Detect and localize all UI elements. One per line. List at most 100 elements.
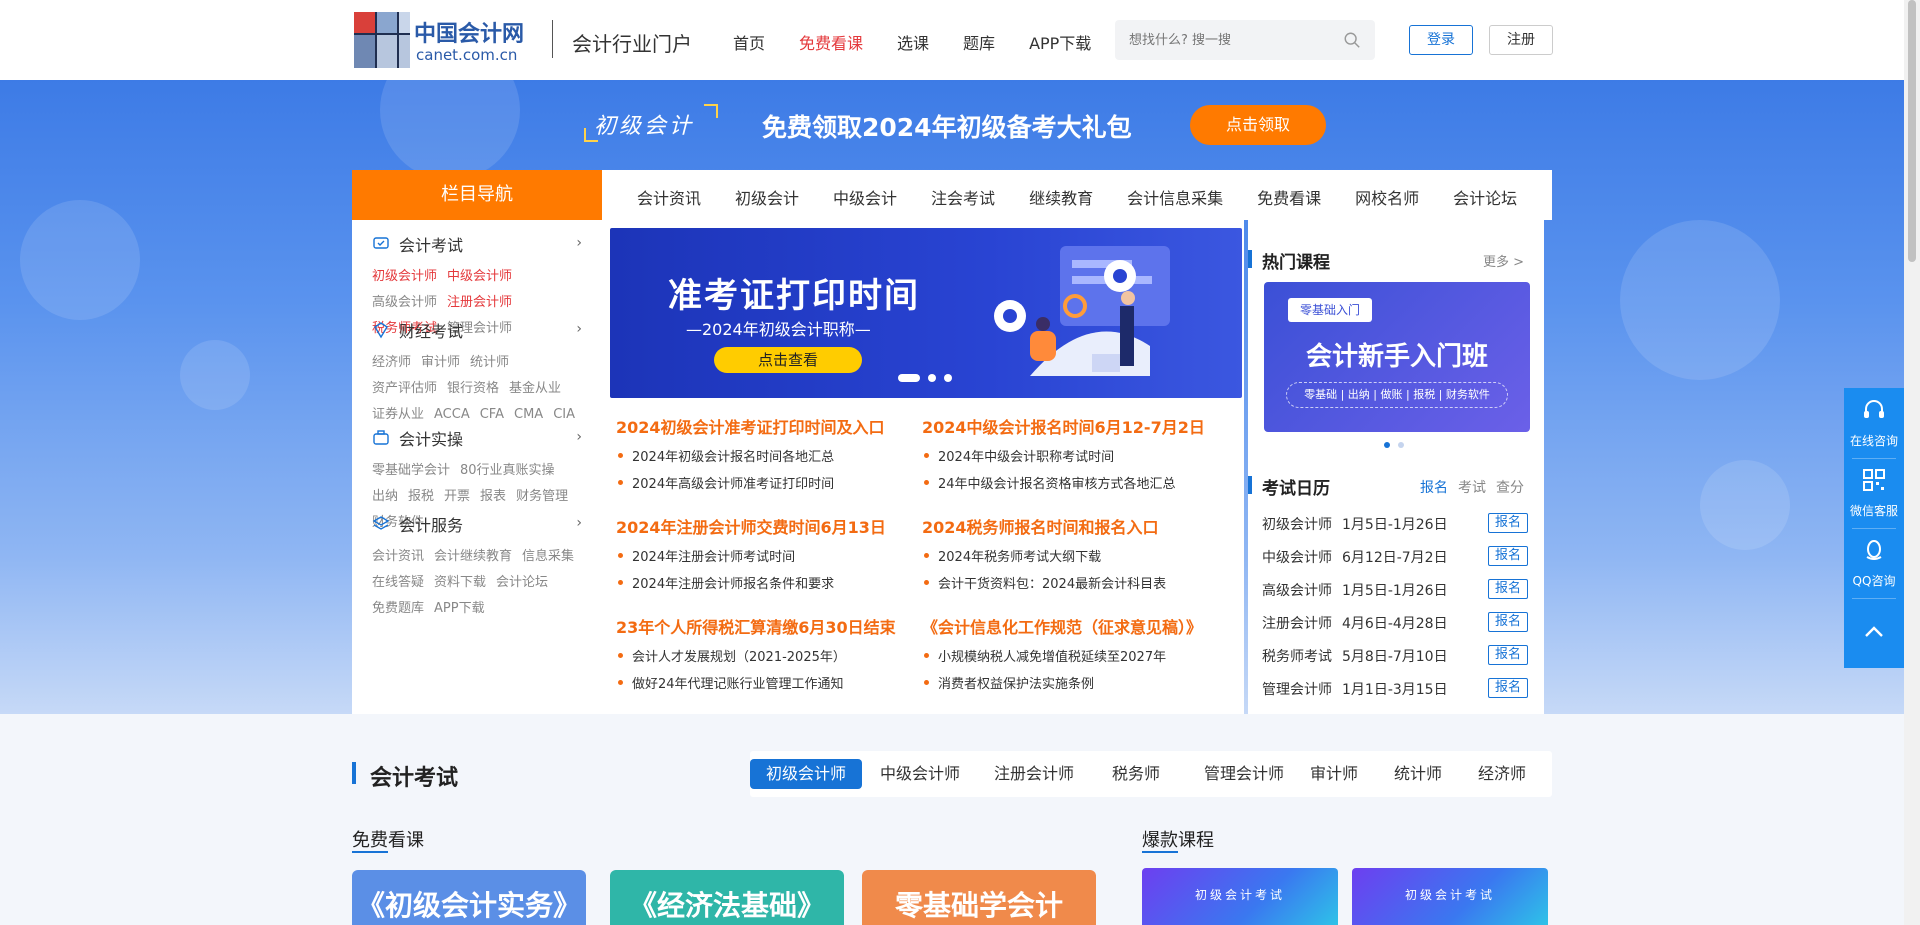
register-exam-button[interactable]: 报名 <box>1488 645 1528 665</box>
sidebar-link[interactable]: 80行业真账实操 <box>460 458 555 484</box>
news-item[interactable]: 2024年注册会计师考试时间 <box>616 546 916 565</box>
sidebar-link[interactable]: 报税 <box>408 484 434 510</box>
sidebar-link[interactable]: CFA <box>480 402 504 428</box>
scrollbar-thumb[interactable] <box>1908 0 1916 262</box>
more-link[interactable]: 更多 > <box>1483 251 1524 270</box>
news-item[interactable]: 2024年初级会计报名时间各地汇总 <box>616 446 916 465</box>
search-input[interactable] <box>1129 20 1329 60</box>
register-exam-button[interactable]: 报名 <box>1488 678 1528 698</box>
column-nav-item[interactable]: 中级会计 <box>833 185 897 209</box>
hot-course-card[interactable]: 初级会计考试 <box>1142 868 1338 925</box>
sidebar-link[interactable]: APP下载 <box>434 596 485 622</box>
search-icon[interactable] <box>1343 31 1361 49</box>
top-nav-item[interactable]: 选课 <box>897 30 929 54</box>
hot-course-card[interactable]: 零基础入门 会计新手入门班 零基础 | 出纳 | 做账 | 报税 | 财务软件 <box>1264 282 1530 432</box>
sidebar-link[interactable]: 证券从业 <box>372 402 424 428</box>
top-nav-item[interactable]: 免费看课 <box>799 30 863 54</box>
exam-tab[interactable]: 初级会计师 <box>750 759 863 789</box>
exam-tab[interactable]: 中级会计师 <box>880 759 960 789</box>
news-item[interactable]: 消费者权益保护法实施条例 <box>922 673 1222 692</box>
online-consult-button[interactable]: 在线咨询 <box>1844 388 1904 458</box>
sidebar-link[interactable]: 银行资格 <box>447 376 499 402</box>
banner-view-button[interactable]: 点击查看 <box>714 347 862 373</box>
sidebar-category-header[interactable]: 财经考试 › <box>372 318 592 342</box>
course-carousel-dots[interactable] <box>1384 442 1408 450</box>
sidebar-link[interactable]: 高级会计师 <box>372 290 437 316</box>
sidebar-link[interactable]: 会计资讯 <box>372 544 424 570</box>
news-headline[interactable]: 《会计信息化工作规范（征求意见稿）》 <box>922 614 1222 638</box>
sidebar-link[interactable]: 免费题库 <box>372 596 424 622</box>
sidebar-category-header[interactable]: 会计考试 › <box>372 232 592 256</box>
sidebar-link[interactable]: 零基础学会计 <box>372 458 450 484</box>
exam-banner[interactable]: 准考证打印时间 —2024年初级会计职称— 点击查看 <box>610 228 1242 398</box>
column-nav-item[interactable]: 会计资讯 <box>637 185 701 209</box>
news-headline[interactable]: 2024年注册会计师交费时间6月13日 <box>616 514 916 538</box>
page-scrollbar[interactable] <box>1904 0 1920 925</box>
site-logo[interactable]: 中国会计网 canet.com.cn <box>354 12 534 68</box>
hot-course-card[interactable]: 初级会计考试 <box>1352 868 1548 925</box>
news-headline[interactable]: 2024中级会计报名时间6月12-7月2日 <box>922 414 1222 438</box>
sidebar-link[interactable]: 报表 <box>480 484 506 510</box>
sidebar-link[interactable]: 统计师 <box>470 350 509 376</box>
exam-tab[interactable]: 经济师 <box>1478 759 1526 789</box>
sidebar-link[interactable]: 中级会计师 <box>447 264 512 290</box>
sidebar-link[interactable]: 信息采集 <box>522 544 574 570</box>
free-course-card[interactable]: 《初级会计实务》 <box>352 870 586 925</box>
column-nav-item[interactable]: 注会考试 <box>931 185 995 209</box>
back-to-top-button[interactable] <box>1844 598 1904 668</box>
news-item[interactable]: 会计人才发展规划（2021-2025年） <box>616 646 916 665</box>
news-headline[interactable]: 2024初级会计准考证打印时间及入口 <box>616 414 916 438</box>
sidebar-link[interactable]: CMA <box>514 402 543 428</box>
top-nav-item[interactable]: 首页 <box>733 30 765 54</box>
news-item[interactable]: 24年中级会计报名资格审核方式各地汇总 <box>922 473 1222 492</box>
sidebar-link[interactable]: 初级会计师 <box>372 264 437 290</box>
sidebar-link[interactable]: 审计师 <box>421 350 460 376</box>
register-button[interactable]: 注册 <box>1489 25 1553 55</box>
sidebar-link[interactable]: 会计继续教育 <box>434 544 512 570</box>
sidebar-link[interactable]: 基金从业 <box>509 376 561 402</box>
exam-tab[interactable]: 审计师 <box>1310 759 1358 789</box>
column-nav-item[interactable]: 会计论坛 <box>1453 185 1517 209</box>
calendar-tab[interactable]: 查分 <box>1496 480 1524 496</box>
exam-tab[interactable]: 管理会计师 <box>1204 759 1284 789</box>
sidebar-link[interactable]: 会计论坛 <box>496 570 548 596</box>
top-nav-item[interactable]: 题库 <box>963 30 995 54</box>
news-item[interactable]: 会计干货资料包：2024最新会计科目表 <box>922 573 1222 592</box>
qq-consult-button[interactable]: QQ咨询 <box>1844 528 1904 598</box>
column-nav-item[interactable]: 继续教育 <box>1029 185 1093 209</box>
sidebar-link[interactable]: 财务管理 <box>516 484 568 510</box>
free-course-card[interactable]: 《经济法基础》 <box>610 870 844 925</box>
news-headline[interactable]: 23年个人所得税汇算清缴6月30日结束 <box>616 614 916 638</box>
promo-claim-button[interactable]: 点击领取 <box>1190 105 1326 145</box>
top-nav-item[interactable]: APP下载 <box>1029 30 1091 54</box>
sidebar-link[interactable]: 资产评估师 <box>372 376 437 402</box>
news-item[interactable]: 2024年注册会计师报名条件和要求 <box>616 573 916 592</box>
sidebar-link[interactable]: 注册会计师 <box>447 290 512 316</box>
news-item[interactable]: 2024年高级会计师准考证打印时间 <box>616 473 916 492</box>
sidebar-link[interactable]: ACCA <box>434 402 470 428</box>
news-headline[interactable]: 2024税务师报名时间和报名入口 <box>922 514 1222 538</box>
column-nav-item[interactable]: 会计信息采集 <box>1127 185 1223 209</box>
news-item[interactable]: 2024年中级会计职称考试时间 <box>922 446 1222 465</box>
sidebar-link[interactable]: 出纳 <box>372 484 398 510</box>
sidebar-link[interactable]: 资料下载 <box>434 570 486 596</box>
news-item[interactable]: 做好24年代理记账行业管理工作通知 <box>616 673 916 692</box>
news-item[interactable]: 小规模纳税人减免增值税延续至2027年 <box>922 646 1222 665</box>
exam-tab[interactable]: 税务师 <box>1112 759 1160 789</box>
calendar-tab[interactable]: 报名 <box>1420 480 1448 496</box>
exam-tab[interactable]: 注册会计师 <box>994 759 1074 789</box>
news-item[interactable]: 2024年税务师考试大纲下载 <box>922 546 1222 565</box>
register-exam-button[interactable]: 报名 <box>1488 513 1528 533</box>
sidebar-link[interactable]: 在线答疑 <box>372 570 424 596</box>
register-exam-button[interactable]: 报名 <box>1488 579 1528 599</box>
register-exam-button[interactable]: 报名 <box>1488 612 1528 632</box>
sidebar-link[interactable]: CIA <box>553 402 575 428</box>
sidebar-link[interactable]: 经济师 <box>372 350 411 376</box>
sidebar-category-header[interactable]: 会计实操 › <box>372 426 592 450</box>
login-button[interactable]: 登录 <box>1409 25 1473 55</box>
column-nav-item[interactable]: 网校名师 <box>1355 185 1419 209</box>
free-course-card[interactable]: 零基础学会计 <box>862 870 1096 925</box>
sidebar-category-header[interactable]: 会计服务 › <box>372 512 592 536</box>
banner-pagination[interactable] <box>898 372 968 384</box>
calendar-tab[interactable]: 考试 <box>1458 480 1486 496</box>
